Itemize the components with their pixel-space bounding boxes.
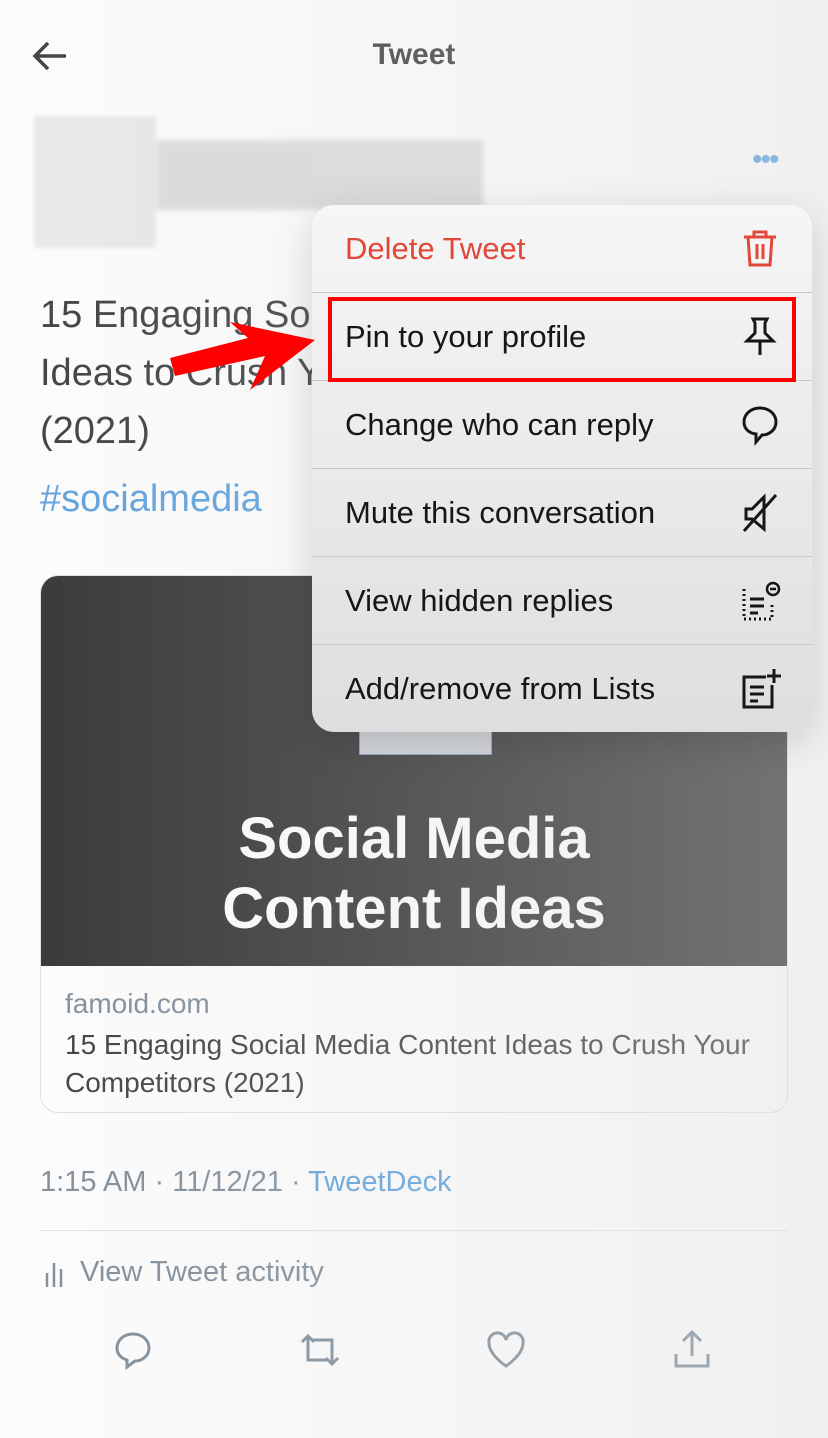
- retweet-icon[interactable]: [298, 1328, 342, 1372]
- view-activity-link[interactable]: View Tweet activity: [44, 1256, 324, 1289]
- card-domain: famoid.com: [65, 988, 210, 1019]
- image-text: Social Media: [238, 806, 590, 871]
- menu-item-change-who-can-reply[interactable]: Change who can reply: [312, 381, 812, 469]
- menu-label: Mute this conversation: [345, 494, 656, 530]
- avatar[interactable]: [34, 116, 156, 248]
- hidden-replies-icon: [742, 581, 781, 620]
- card-title: 15 Engaging Social Media Content Ideas t…: [65, 1029, 750, 1098]
- date: 11/12/21: [172, 1166, 283, 1198]
- hashtag-link[interactable]: #socialmedia: [40, 478, 262, 521]
- menu-item-add-remove-lists[interactable]: Add/remove from Lists: [312, 645, 812, 732]
- tweet-options-menu: Delete Tweet Pin to your profile Change …: [312, 205, 812, 732]
- highlight-box: [328, 297, 796, 382]
- menu-item-delete-tweet[interactable]: Delete Tweet: [312, 205, 812, 293]
- time: 1:15 AM: [40, 1166, 147, 1198]
- menu-item-view-hidden-replies[interactable]: View hidden replies: [312, 557, 812, 645]
- share-icon[interactable]: [670, 1328, 714, 1372]
- speech-bubble-icon: [742, 405, 778, 446]
- menu-label: View hidden replies: [345, 582, 614, 618]
- mute-icon: [742, 492, 778, 532]
- page-title: Tweet: [372, 38, 456, 71]
- source-link[interactable]: TweetDeck: [308, 1166, 451, 1198]
- menu-label: Change who can reply: [345, 406, 654, 442]
- more-options-icon[interactable]: •••: [752, 145, 779, 175]
- activity-label: View Tweet activity: [80, 1256, 324, 1288]
- like-icon[interactable]: [484, 1328, 528, 1372]
- red-arrow-annotation: [170, 322, 315, 390]
- menu-label: Add/remove from Lists: [345, 671, 656, 706]
- reply-icon[interactable]: [111, 1328, 155, 1372]
- activity-icon: [45, 1262, 63, 1287]
- trash-icon: [744, 230, 776, 266]
- image-decoration: [359, 731, 492, 755]
- image-text: Content Ideas: [222, 876, 606, 941]
- divider: [40, 1230, 788, 1231]
- author-name-blurred: [156, 140, 483, 210]
- list-add-icon: [742, 669, 781, 709]
- tweet-meta: 1:15 AM · 11/12/21 · TweetDeck: [40, 1166, 452, 1198]
- menu-label: Delete Tweet: [345, 230, 526, 266]
- menu-item-mute-conversation[interactable]: Mute this conversation: [312, 469, 812, 557]
